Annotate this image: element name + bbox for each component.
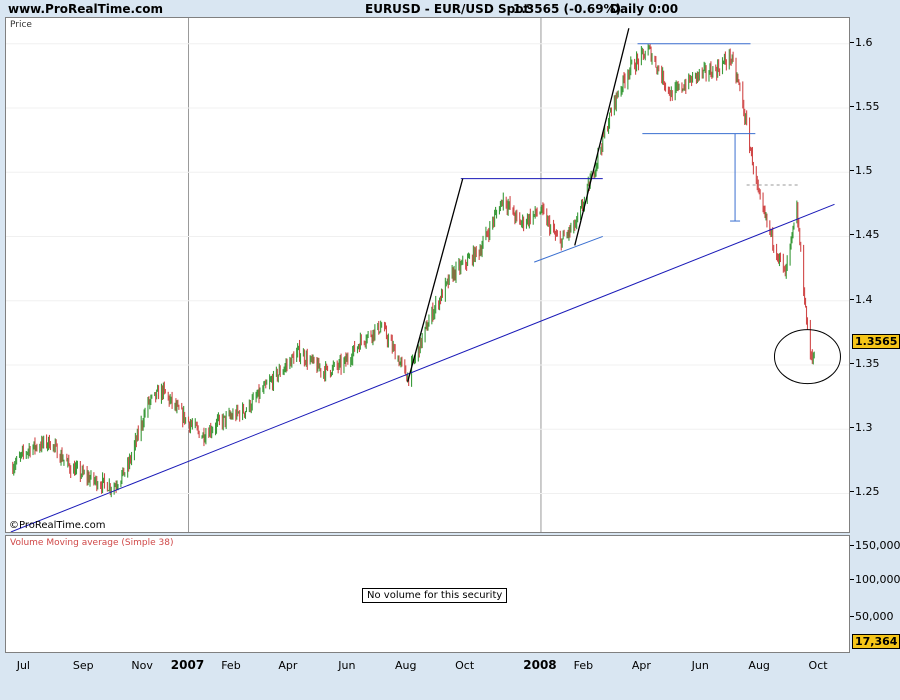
- x-tick-label: Jun: [691, 659, 709, 672]
- x-tick-label: Aug: [394, 659, 417, 672]
- x-tick-label: 2007: [170, 658, 205, 672]
- no-volume-message: No volume for this security: [362, 588, 508, 603]
- y-tick-label: 1.55: [850, 99, 880, 113]
- period-label: Daily 0:00: [610, 2, 679, 16]
- symbol-title: EURUSD - EUR/USD Spot: [365, 2, 530, 16]
- x-tick-label: Sep: [72, 659, 94, 672]
- volume-y-tick-label: 50,000: [850, 610, 894, 623]
- x-tick-label: Jul: [16, 659, 30, 672]
- x-tick-label: Apr: [278, 659, 298, 672]
- price-change: 1.3565 (-0.69%): [513, 2, 622, 16]
- volume-panel[interactable]: Volume Moving average (Simple 38) No vol…: [5, 535, 850, 653]
- volume-label: Volume Moving average (Simple 38): [10, 538, 174, 548]
- x-axis: Jul Sep Nov 2007 Feb Apr Jun Aug Oct 2008 Feb Apr Ju…: [5, 655, 850, 675]
- y-tick-label: 1.25: [850, 485, 880, 499]
- y-tick-label: 1.45: [850, 228, 880, 242]
- y-tick-label: 1.3: [850, 421, 873, 435]
- x-tick-label: Oct: [808, 659, 828, 672]
- x-tick-label: Jun: [338, 659, 356, 672]
- price-y-axis: 1.6 1.55 1.5 1.45 1.4 1.35 1.3 1.25 150,000 100,0…: [850, 0, 900, 700]
- price-chart[interactable]: [6, 18, 849, 532]
- y-tick-label: 1.5: [850, 164, 873, 178]
- y-tick-label: 1.35: [850, 356, 880, 370]
- x-tick-label: Feb: [221, 659, 241, 672]
- x-tick-label: 2008: [523, 658, 557, 672]
- x-tick-label: Apr: [631, 659, 651, 672]
- site-url[interactable]: www.ProRealTime.com: [8, 2, 163, 16]
- y-tick-label: 1.4: [850, 292, 873, 306]
- x-tick-label: Oct: [455, 659, 475, 672]
- impulse-line: [574, 28, 630, 246]
- x-tick-label: Feb: [573, 659, 594, 672]
- x-tick-label: Aug: [748, 659, 770, 672]
- copyright: ©ProRealTime.com: [9, 520, 106, 531]
- last-volume-badge: 17,364: [852, 634, 900, 649]
- volume-y-tick-label: 150,000: [850, 539, 900, 552]
- highlight-circle: [773, 329, 841, 385]
- trendline-line: [10, 203, 835, 532]
- header-bar: www.ProRealTime.com EURUSD - EUR/USD Spo…: [0, 0, 900, 18]
- price-panel[interactable]: Price ©ProRealTime.com: [5, 17, 850, 533]
- x-tick-label: Nov: [131, 659, 153, 672]
- price-label: Price: [10, 20, 32, 30]
- y-tick-label: 1.6: [850, 35, 873, 49]
- volume-y-tick-label: 100,000: [850, 573, 900, 586]
- last-price-badge: 1.3565: [852, 334, 900, 349]
